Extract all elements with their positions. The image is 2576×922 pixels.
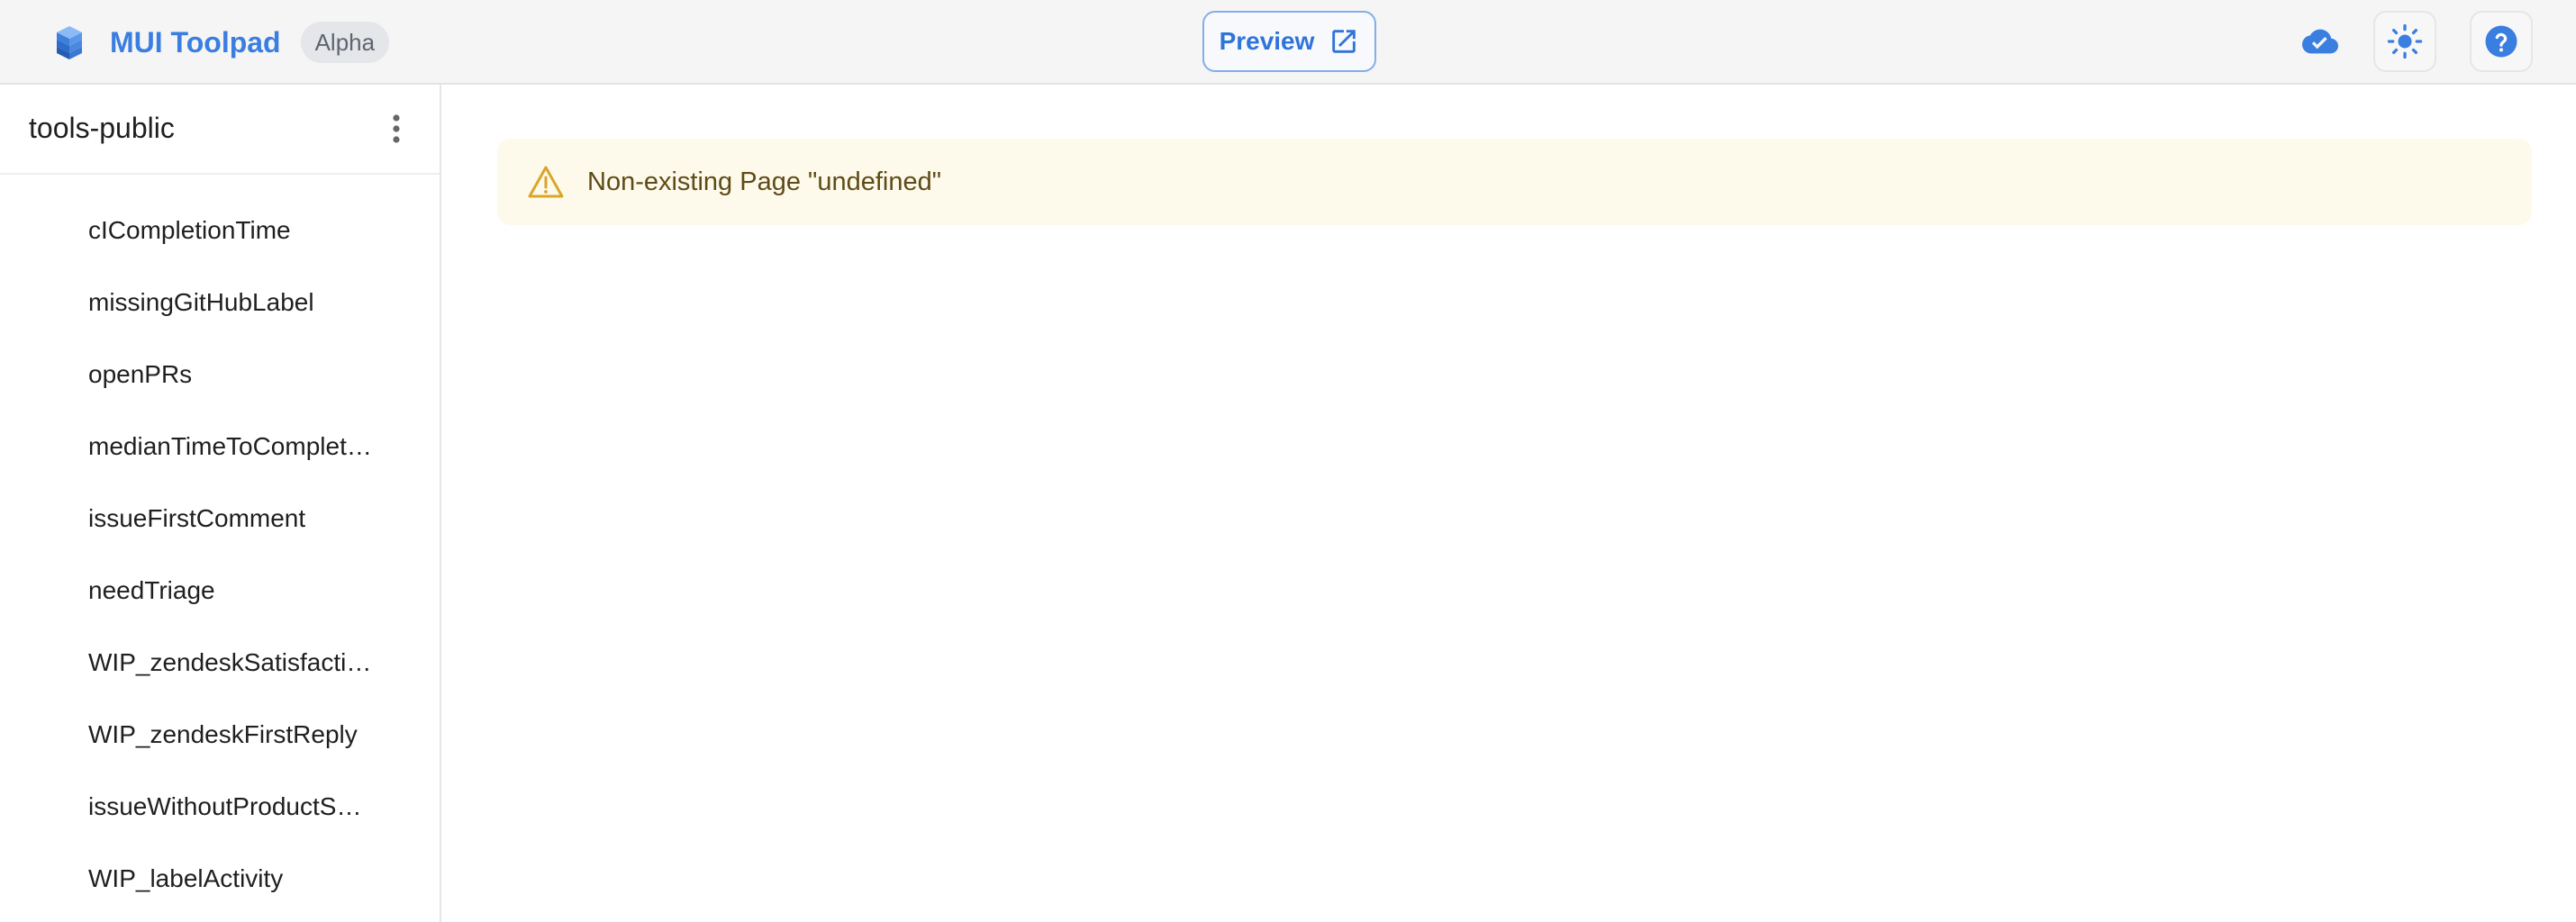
sidebar: tools-public cICompletionTime missingGit… [0, 85, 441, 922]
app-header: MUI Toolpad Alpha Preview [0, 0, 2576, 85]
main-content: Non-existing Page "undefined" [443, 86, 2576, 922]
sidebar-item-label: missingGitHubLabel [88, 288, 314, 316]
sidebar-item-page[interactable]: issueFirstComment [0, 483, 440, 555]
open-in-new-icon [1332, 30, 1356, 53]
more-vertical-icon [393, 114, 400, 143]
cloud-done-icon [2302, 29, 2338, 54]
project-menu-button[interactable] [378, 108, 414, 149]
warning-icon [528, 166, 564, 198]
sidebar-item-label: needTriage [88, 576, 215, 604]
sidebar-item-page[interactable]: missingGitHubLabel [0, 267, 440, 339]
brand[interactable]: MUI Toolpad Alpha [50, 20, 390, 65]
sidebar-item-page[interactable]: WIP_zendeskSatisfaction [0, 627, 440, 699]
sidebar-item-label: WIP_zendeskFirstReply [88, 720, 358, 748]
sidebar-item-page[interactable]: issueWithoutProductScope [0, 771, 440, 843]
alpha-badge: Alpha [300, 22, 390, 63]
project-name: tools-public [29, 112, 175, 144]
sidebar-item-page[interactable]: WIP_zendeskFirstReply [0, 699, 440, 771]
sidebar-item-label: openPRs [88, 360, 193, 388]
sidebar-item-label: medianTimeToCompletion [88, 432, 373, 460]
theme-toggle-button[interactable] [2373, 11, 2436, 72]
help-button[interactable] [2470, 11, 2533, 72]
preview-button[interactable]: Preview [1202, 11, 1376, 72]
save-status-button[interactable] [2289, 11, 2352, 72]
sidebar-item-label: issueWithoutProductScope [88, 792, 373, 820]
alert-message: Non-existing Page "undefined" [587, 167, 942, 196]
sidebar-item-page[interactable]: needTriage [0, 555, 440, 627]
sidebar-item-page[interactable]: medianTimeToCompletion [0, 411, 440, 483]
help-icon [2485, 25, 2517, 58]
sidebar-item-label: issueFirstComment [88, 504, 306, 532]
sidebar-item-label: WIP_labelActivity [88, 864, 284, 892]
toolpad-logo-icon [57, 26, 82, 59]
light-mode-icon [2387, 23, 2423, 59]
project-header: tools-public [0, 85, 440, 175]
preview-button-label: Preview [1219, 27, 1315, 55]
sidebar-item-page[interactable]: openPRs [0, 339, 440, 411]
warning-alert: Non-existing Page "undefined" [497, 139, 2532, 225]
sidebar-item-page[interactable]: cICompletionTime [0, 194, 440, 267]
brand-name: MUI Toolpad [110, 25, 281, 59]
sidebar-item-label: WIP_zendeskSatisfaction [88, 648, 373, 676]
sidebar-item-label: cICompletionTime [88, 216, 291, 244]
sidebar-item-page[interactable]: WIP_labelActivity [0, 843, 440, 915]
